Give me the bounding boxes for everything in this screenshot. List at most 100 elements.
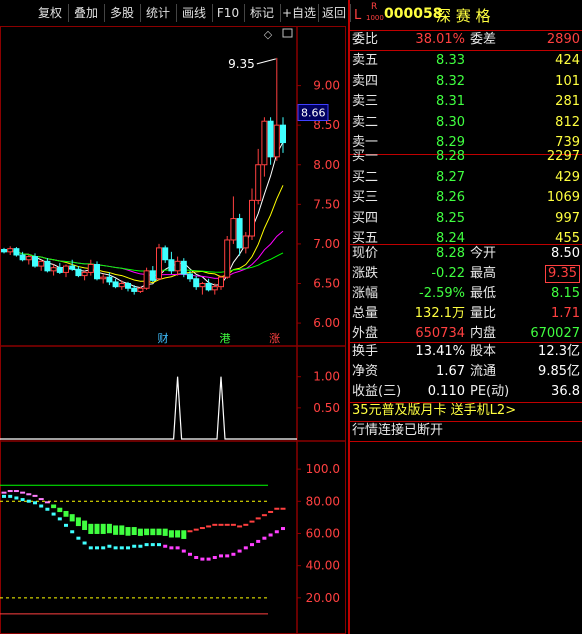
quote-label: 最低: [470, 286, 497, 301]
ask-volume: 101: [555, 73, 580, 89]
chart-frame: [0, 26, 346, 634]
candle-body: [143, 270, 150, 289]
promo-link[interactable]: 35元普及版月卡 送手机L2>: [352, 401, 582, 421]
event-marker: 涨: [269, 332, 280, 345]
candle-body: [38, 260, 45, 267]
toolbar-button-7[interactable]: +自选: [280, 4, 319, 22]
indicator-dot: [20, 498, 25, 502]
candle-body: [224, 239, 231, 278]
indicator-dot: [169, 546, 174, 550]
indicator-dot: [212, 556, 217, 559]
ask-label: 卖四: [352, 73, 379, 89]
ask-row: 卖五 8.33 424: [350, 51, 582, 71]
y-tick-label: 80.00: [306, 494, 340, 508]
bid-price: 8.25: [436, 210, 465, 226]
candle-body: [137, 287, 144, 292]
indicator-bar: [150, 528, 156, 536]
stats-label: 流通: [470, 364, 497, 379]
toolbar-button-0[interactable]: 复权: [32, 4, 69, 22]
indicator-dot: [2, 494, 6, 498]
stats-value: 9.85亿: [538, 364, 580, 379]
quote-label: 外盘: [352, 326, 379, 341]
candle-body: [131, 287, 138, 292]
indicator-bar: [144, 528, 150, 536]
indicator-dot: [107, 544, 112, 548]
indicator-bar: [94, 523, 100, 534]
bid-price: 8.26: [436, 190, 465, 205]
quote-label: 量比: [470, 306, 497, 321]
indicator-dot: [76, 536, 81, 540]
indicator-dot: [95, 546, 99, 550]
signal-line: [0, 376, 297, 440]
toolbar: 复权 叠加 多股 统计 画线 F10 标记 +自选 返回: [0, 0, 351, 27]
toolbar-button-8[interactable]: 返回: [318, 4, 351, 22]
quote-value: 670027: [530, 326, 580, 341]
candle-body: [255, 164, 262, 201]
ask-label: 卖二: [352, 114, 379, 130]
indicator-dot: [39, 504, 44, 508]
stock-name: 深 赛 格: [436, 7, 491, 25]
bid-volume: 1069: [546, 190, 580, 205]
toolbar-button-5[interactable]: F10: [212, 4, 245, 22]
quote-row: 外盘 650734 内盘 670027: [350, 324, 582, 344]
indicator-dot: [281, 527, 285, 531]
toolbar-button-6[interactable]: 标记: [244, 4, 281, 22]
y-tick-label: 1.00: [313, 370, 340, 384]
indicator-dot: [274, 507, 280, 510]
indicator-dot: [132, 544, 137, 548]
quote-value: -0.22: [431, 266, 465, 281]
indicator-dot: [175, 546, 180, 550]
ask-volume: 281: [555, 94, 580, 109]
candle-body: [112, 281, 119, 288]
stats-label: 收益(三): [352, 384, 402, 399]
stats-value: 0.110: [427, 384, 465, 399]
event-marker: 港: [220, 332, 231, 345]
quote-label: 今开: [470, 246, 497, 261]
indicator-dot: [157, 543, 161, 547]
kline-chart[interactable]: 9.008.508.007.507.006.506.009.35◇8.66财港涨…: [0, 26, 346, 634]
bid-volume: 997: [555, 210, 580, 226]
event-marker: 财: [158, 331, 169, 345]
toolbar-button-2[interactable]: 多股: [104, 4, 141, 22]
ask-price: 8.30: [436, 114, 465, 130]
indicator-dot: [187, 530, 193, 533]
toolbar-button-4[interactable]: 画线: [176, 4, 213, 22]
ask-label: 卖五: [352, 53, 379, 68]
indicator-bar: [88, 523, 94, 534]
bid-price: 8.28: [436, 149, 465, 164]
candle-body: [13, 248, 20, 256]
indicator-bar: [57, 507, 63, 513]
indicator-bar: [181, 530, 187, 539]
bid-label: 买四: [352, 210, 379, 226]
bid-price: 8.27: [436, 169, 465, 185]
indicator-dot: [261, 514, 267, 517]
candle-body: [50, 267, 57, 272]
indicator-dot: [193, 528, 199, 531]
indicator-bar: [175, 530, 181, 538]
stats-label: 净资: [352, 364, 379, 379]
indicator-dot: [64, 523, 68, 527]
indicator-dot: [144, 543, 149, 547]
indicator-bar: [162, 528, 168, 536]
diamond-icon: ◇: [264, 28, 273, 41]
quote-value: 8.50: [551, 246, 580, 261]
bid-volume: 429: [555, 169, 580, 185]
candle-body: [168, 259, 175, 272]
stats-value: 13.41%: [415, 344, 465, 359]
toolbar-button-1[interactable]: 叠加: [68, 4, 105, 22]
window-toggle-icon[interactable]: [282, 28, 293, 38]
stats-label: PE(动): [470, 384, 510, 399]
stats-value: 36.8: [551, 384, 580, 399]
y-tick-label: 20.00: [306, 591, 340, 605]
quote-value: 1.71: [551, 306, 580, 321]
indicator-dot: [101, 546, 106, 550]
weibi-value: 38.01%: [415, 32, 465, 47]
toolbar-button-3[interactable]: 统计: [140, 4, 177, 22]
candle-body: [180, 260, 187, 275]
bid-label: 买三: [352, 190, 379, 205]
candle-body: [25, 256, 32, 261]
candle-body: [44, 260, 51, 272]
indicator-bar: [75, 517, 81, 527]
current-price-label: 8.66: [301, 107, 326, 120]
indicator-dot: [199, 527, 205, 530]
